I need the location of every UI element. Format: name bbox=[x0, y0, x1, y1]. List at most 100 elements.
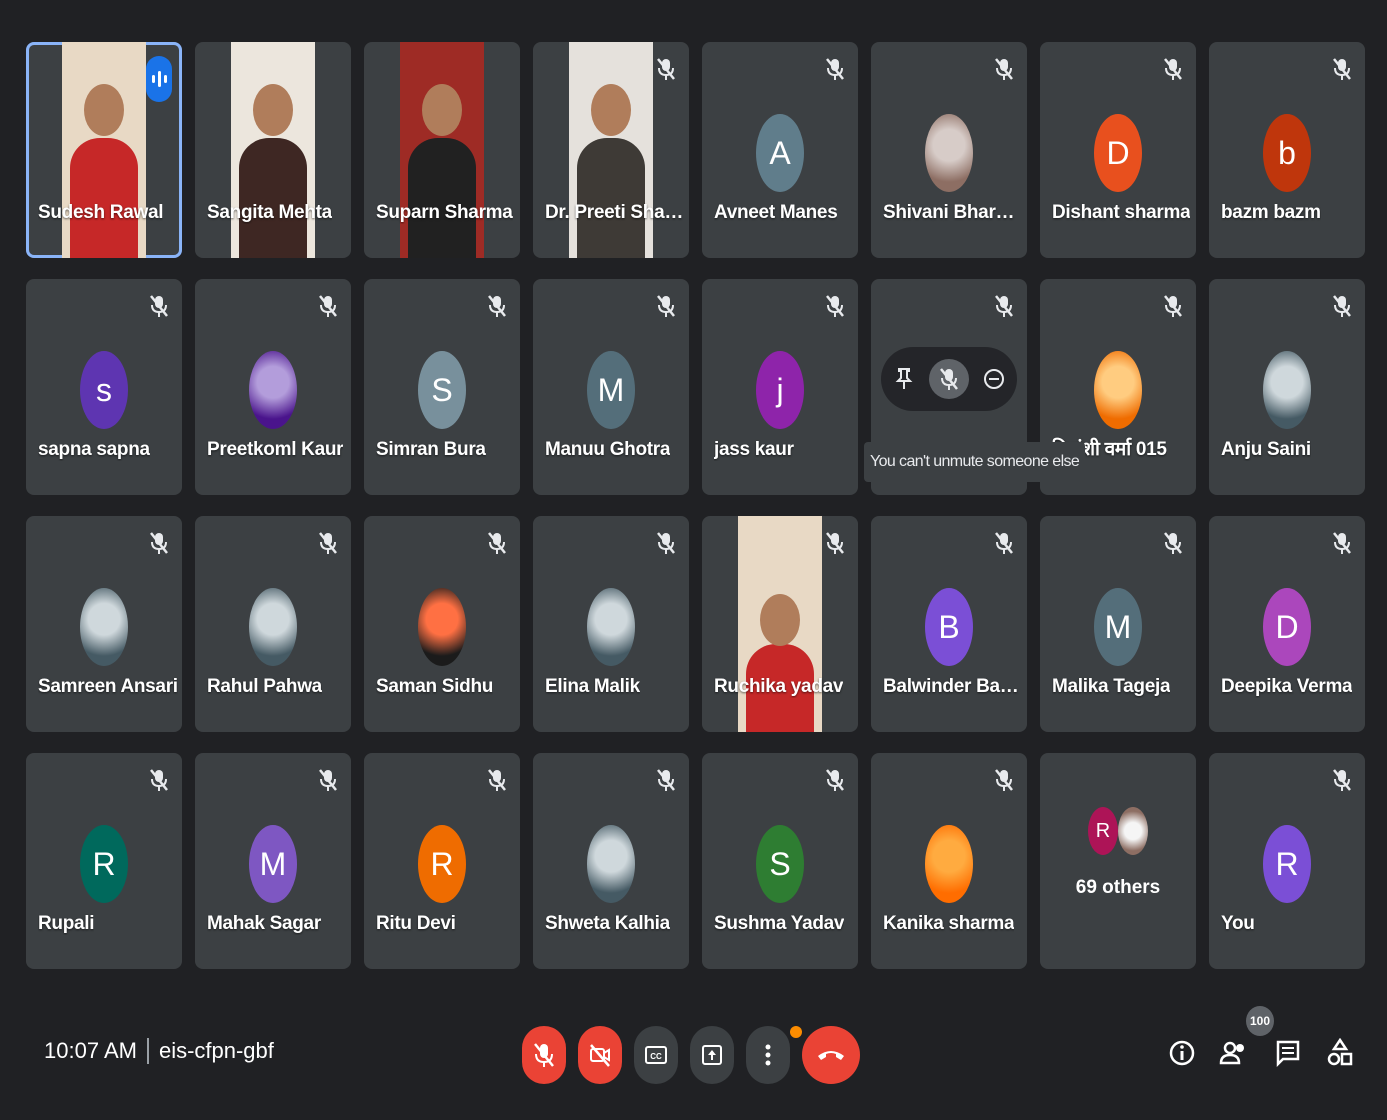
participant-tile[interactable]: M Malika Tageja bbox=[1040, 516, 1196, 732]
pin-button[interactable] bbox=[884, 359, 924, 399]
meet-window: Sudesh Rawal Sangita Mehta Suparn Sharma Dr… bbox=[10, 8, 1380, 1108]
muted-indicator bbox=[1331, 293, 1353, 319]
cartoon-mouse-icon bbox=[925, 114, 973, 192]
participant-tile[interactable]: Dr. Preeti Shar... bbox=[533, 42, 689, 258]
participant-face bbox=[422, 84, 462, 136]
chat-icon bbox=[1276, 1040, 1300, 1067]
muted-indicator bbox=[1162, 293, 1184, 319]
video-feed bbox=[231, 42, 315, 258]
avatar: s bbox=[80, 351, 128, 429]
participant-tile[interactable]: Samreen Ansari bbox=[26, 516, 182, 732]
muted-indicator bbox=[1331, 530, 1353, 556]
participant-name: Manuu Ghotra bbox=[545, 439, 671, 460]
present-button[interactable] bbox=[690, 1026, 734, 1084]
muted-indicator bbox=[655, 293, 677, 319]
participant-tile[interactable]: b bazm bazm bbox=[1209, 42, 1365, 258]
more-vert-icon bbox=[765, 1044, 771, 1066]
participant-tile[interactable]: D Deepika Verma bbox=[1209, 516, 1365, 732]
participant-face bbox=[760, 594, 800, 646]
camera-toggle-button[interactable] bbox=[578, 1026, 622, 1084]
participant-name: Dishant sharma bbox=[1052, 202, 1191, 223]
participant-tile[interactable]: R 69 others bbox=[1040, 753, 1196, 969]
participant-tile[interactable]: S Sushma Yadav bbox=[702, 753, 858, 969]
participant-name: Ruchika yadav bbox=[714, 676, 844, 697]
participant-tile[interactable]: Rahul Pahwa bbox=[195, 516, 351, 732]
avatar: S bbox=[418, 351, 466, 429]
meeting-info: 10:07 AM eis-cfpn-gbf bbox=[44, 1038, 274, 1064]
participant-tile[interactable]: Shweta Kalhia bbox=[533, 753, 689, 969]
remove-button[interactable] bbox=[974, 359, 1014, 399]
participant-tile[interactable]: Suparn Sharma bbox=[364, 42, 520, 258]
participant-tile[interactable]: B Balwinder Barna bbox=[871, 516, 1027, 732]
participant-tile[interactable]: Anju Saini bbox=[1209, 279, 1365, 495]
people-icon bbox=[1219, 1041, 1244, 1065]
mic-off-icon bbox=[1333, 58, 1351, 80]
participant-tile[interactable]: Sangita Mehta bbox=[195, 42, 351, 258]
mic-off-icon bbox=[940, 368, 958, 390]
participant-tile[interactable]: D Dishant sharma bbox=[1040, 42, 1196, 258]
participant-tile[interactable]: j jass kaur bbox=[702, 279, 858, 495]
participant-tile[interactable]: R You bbox=[1209, 753, 1365, 969]
participant-tile[interactable]: Preetkoml Kaur bbox=[195, 279, 351, 495]
participant-name: Mahak Sagar bbox=[207, 913, 321, 934]
activities-button[interactable] bbox=[1322, 1032, 1358, 1074]
participant-tile[interactable]: R Ritu Devi bbox=[364, 753, 520, 969]
person-photo-icon bbox=[1263, 351, 1311, 429]
muted-indicator bbox=[993, 56, 1015, 82]
avatar: M bbox=[1094, 588, 1142, 666]
muted-indicator bbox=[824, 530, 846, 556]
participant-tile[interactable]: Elina Malik bbox=[533, 516, 689, 732]
participant-name: bazm bazm bbox=[1221, 202, 1321, 223]
mic-off-icon bbox=[826, 295, 844, 317]
captions-button[interactable]: CC bbox=[634, 1026, 678, 1084]
participant-name: You bbox=[1221, 913, 1255, 934]
mic-off-icon bbox=[488, 532, 506, 554]
participant-name: jass kaur bbox=[714, 439, 794, 460]
avatar: D bbox=[1094, 114, 1142, 192]
participant-grid: Sudesh Rawal Sangita Mehta Suparn Sharma Dr… bbox=[26, 42, 1365, 969]
participant-name: Sudesh Rawal bbox=[38, 202, 164, 223]
video-feed bbox=[400, 42, 484, 258]
bottom-toolbar: 10:07 AM eis-cfpn-gbf CC 100 bbox=[10, 1006, 1380, 1108]
participant-tile[interactable]: S Simran Bura bbox=[364, 279, 520, 495]
participant-tile[interactable]: M Manuu Ghotra bbox=[533, 279, 689, 495]
mic-off-icon bbox=[150, 295, 168, 317]
clock-time: 10:07 AM bbox=[44, 1038, 137, 1063]
participant-tile[interactable]: A Avneet Manes bbox=[702, 42, 858, 258]
meeting-details-button[interactable] bbox=[1164, 1032, 1200, 1074]
participant-name: Rahul Pahwa bbox=[207, 676, 322, 697]
muted-indicator bbox=[824, 293, 846, 319]
muted-indicator bbox=[148, 293, 170, 319]
people-button[interactable] bbox=[1216, 1032, 1252, 1074]
leave-call-button[interactable] bbox=[802, 1026, 860, 1084]
person-photo-icon bbox=[249, 588, 297, 666]
mic-toggle-button[interactable] bbox=[522, 1026, 566, 1084]
participant-tile[interactable]: R Rupali bbox=[26, 753, 182, 969]
unmute-participant-button[interactable] bbox=[928, 359, 969, 399]
activities-icon bbox=[1327, 1038, 1353, 1066]
captions-icon: CC bbox=[645, 1046, 667, 1064]
participant-tile[interactable]: Ruchika yadav bbox=[702, 516, 858, 732]
moon-art-icon bbox=[249, 351, 297, 429]
chat-button[interactable] bbox=[1270, 1032, 1306, 1074]
muted-indicator bbox=[655, 530, 677, 556]
participant-tile[interactable]: Saman Sidhu bbox=[364, 516, 520, 732]
mic-off-icon bbox=[534, 1043, 554, 1067]
mic-off-icon bbox=[1333, 532, 1351, 554]
avatar: S bbox=[756, 825, 804, 903]
mic-off-icon bbox=[1164, 295, 1182, 317]
muted-indicator bbox=[317, 767, 339, 793]
muted-indicator bbox=[655, 767, 677, 793]
participant-name: Preetkoml Kaur bbox=[207, 439, 344, 460]
participant-tile[interactable]: Shivani Bhargav bbox=[871, 42, 1027, 258]
mic-off-icon bbox=[1164, 58, 1182, 80]
participant-name: Elina Malik bbox=[545, 676, 640, 697]
muted-indicator bbox=[1162, 56, 1184, 82]
mic-off-icon bbox=[826, 58, 844, 80]
participant-name: Dr. Preeti Shar... bbox=[545, 202, 685, 223]
more-options-button[interactable] bbox=[746, 1026, 790, 1084]
participant-tile[interactable]: Kanika sharma bbox=[871, 753, 1027, 969]
participant-tile[interactable]: s sapna sapna bbox=[26, 279, 182, 495]
participant-tile[interactable]: M Mahak Sagar bbox=[195, 753, 351, 969]
participant-tile[interactable]: Sudesh Rawal bbox=[26, 42, 182, 258]
